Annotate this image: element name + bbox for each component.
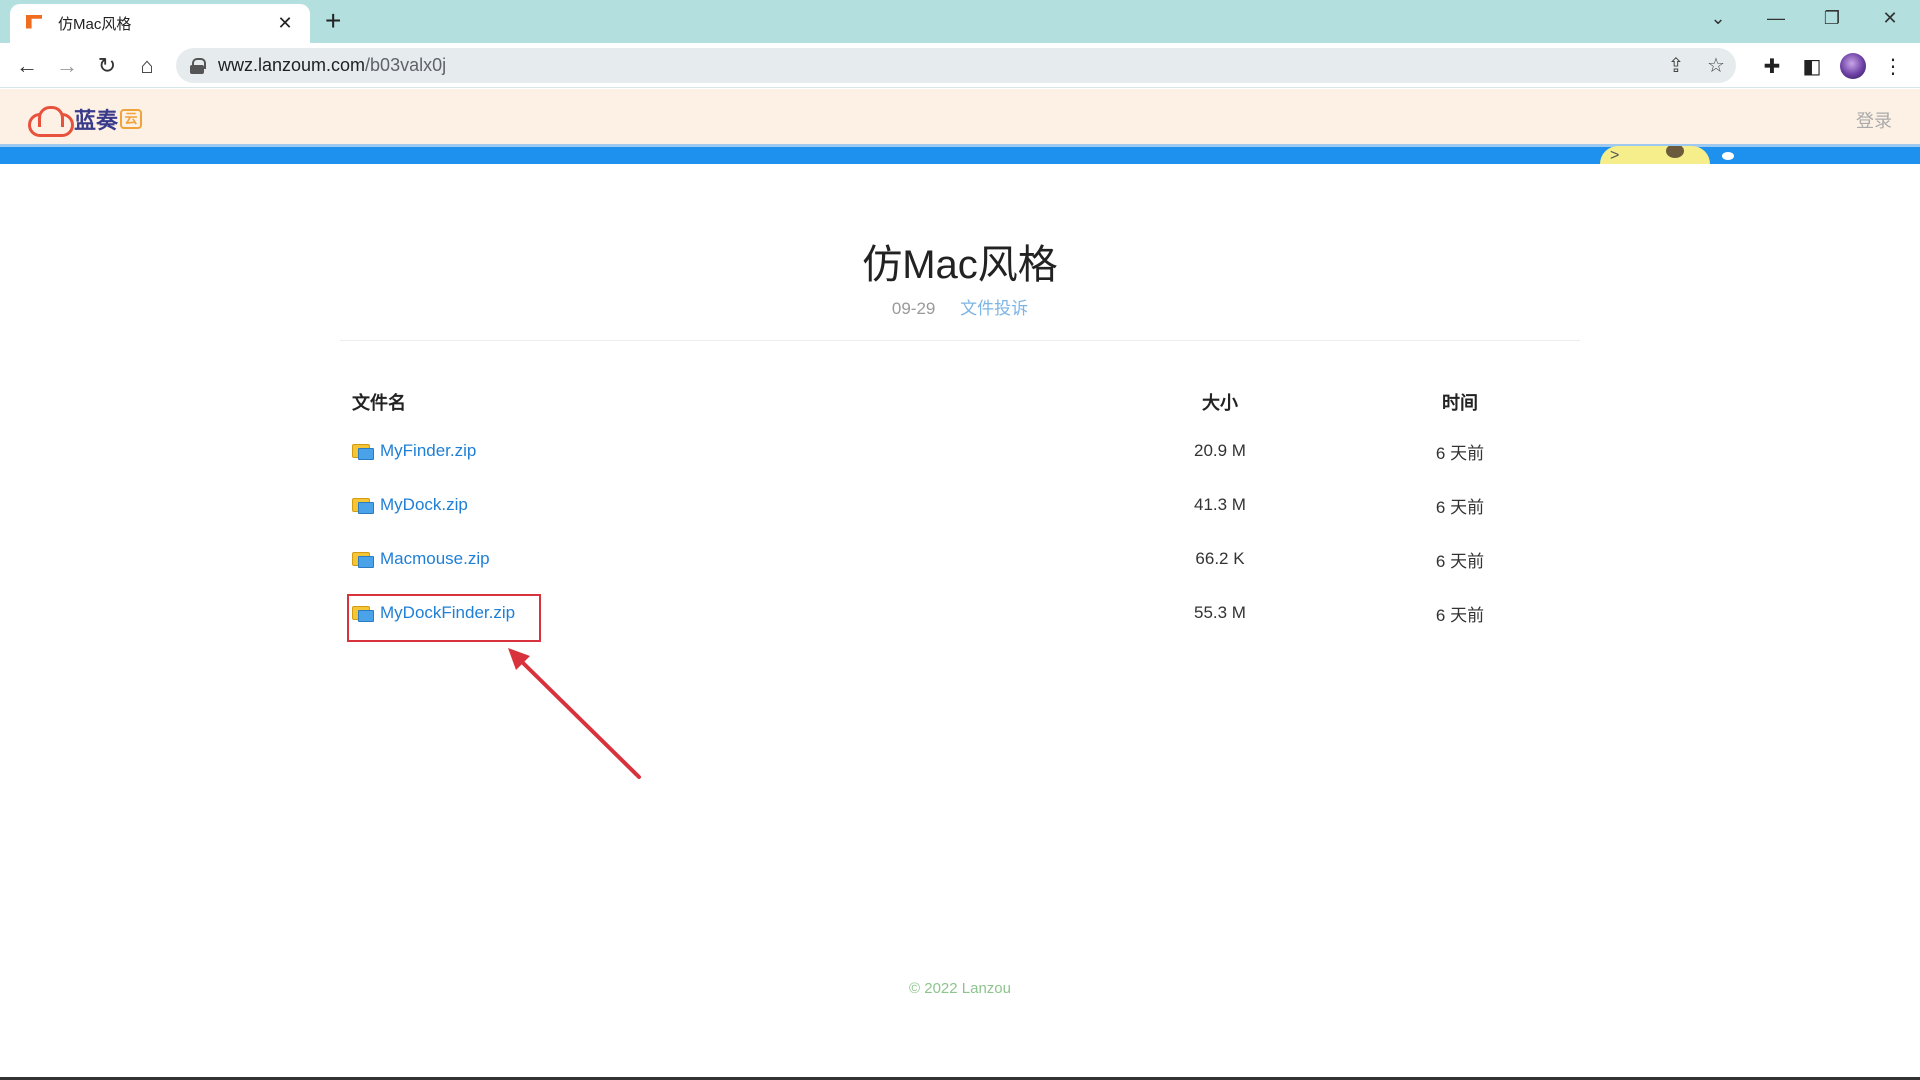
footer-copyright: © 2022 Lanzou xyxy=(909,980,1011,997)
annotation-arrow-icon xyxy=(508,648,641,779)
